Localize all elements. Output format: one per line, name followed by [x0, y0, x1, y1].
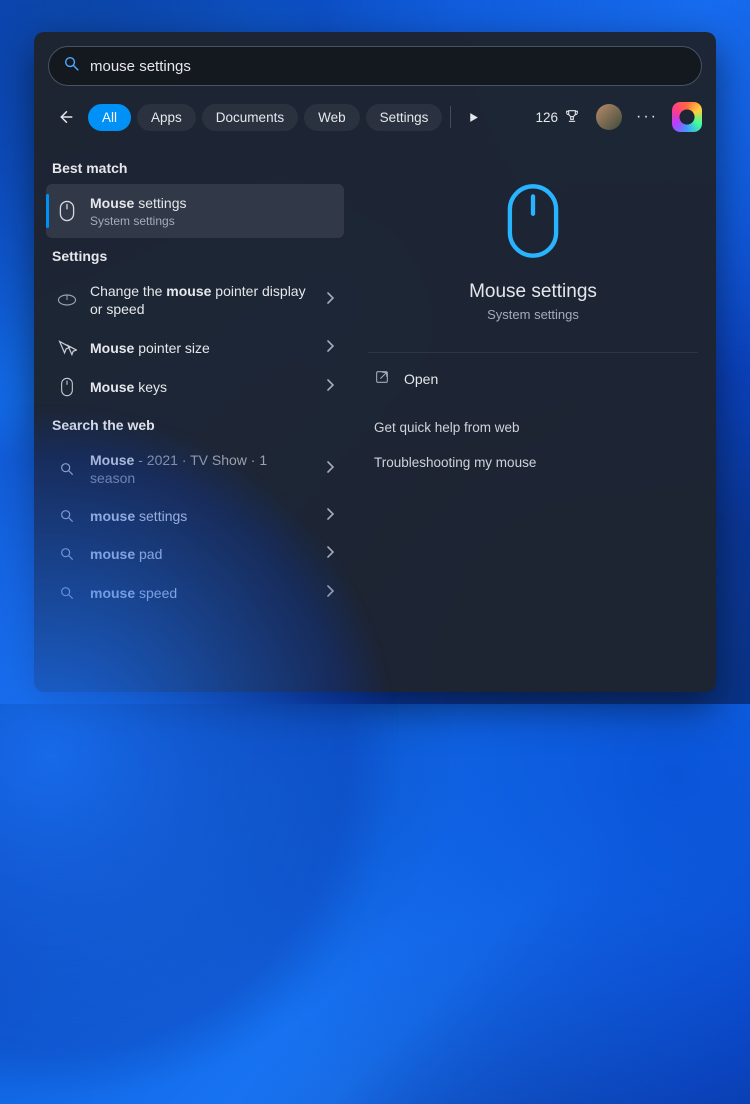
tab-apps[interactable]: Apps [137, 104, 196, 131]
chevron-right-icon [326, 545, 334, 563]
preview-title: Mouse settings [469, 281, 597, 303]
chevron-right-icon [326, 507, 334, 525]
mouse-large-icon [504, 182, 562, 265]
tab-documents[interactable]: Documents [202, 104, 298, 131]
section-settings: Settings [52, 248, 338, 264]
trophy-icon [564, 108, 580, 127]
search-icon [56, 508, 78, 524]
search-bar[interactable] [48, 46, 702, 86]
play-button[interactable] [459, 111, 487, 124]
result-web-item[interactable]: mouse speed [46, 574, 344, 612]
back-button[interactable] [48, 100, 82, 134]
filter-row: All Apps Documents Web Settings 126 ··· [34, 96, 716, 146]
section-best-match: Best match [52, 160, 338, 176]
result-best-match[interactable]: Mouse settings System settings [46, 184, 344, 238]
result-web-item[interactable]: Mouse - 2021 · TV Show · 1 season [46, 441, 344, 497]
search-icon [56, 585, 78, 601]
search-icon [56, 461, 78, 477]
search-input[interactable] [90, 58, 687, 75]
result-web-item[interactable]: mouse settings [46, 497, 344, 535]
preview-subtitle: System settings [487, 307, 579, 322]
points-value: 126 [535, 110, 558, 125]
chevron-right-icon [326, 378, 334, 396]
windows-search-panel: All Apps Documents Web Settings 126 ··· … [34, 32, 716, 692]
mouse-flat-icon [56, 293, 78, 307]
search-icon [56, 546, 78, 562]
chevron-right-icon [326, 339, 334, 357]
divider [368, 352, 698, 353]
copilot-icon[interactable] [672, 102, 702, 132]
result-title-bold: Mouse [90, 195, 134, 211]
filter-tabs: All Apps Documents Web Settings [88, 104, 442, 131]
results-list: Best match Mouse settings System setting… [34, 146, 350, 692]
help-link[interactable]: Troubleshooting my mouse [368, 445, 698, 480]
result-subtitle: System settings [90, 214, 334, 228]
more-button[interactable]: ··· [636, 108, 658, 126]
result-title-rest: settings [134, 195, 186, 211]
open-icon [374, 369, 392, 388]
tab-all[interactable]: All [88, 104, 131, 131]
quick-help-label: Get quick help from web [368, 410, 698, 445]
chevron-right-icon [326, 584, 334, 602]
chevron-right-icon [326, 460, 334, 478]
result-settings-item[interactable]: Change the mouse pointer display or spee… [46, 272, 344, 328]
rewards-points[interactable]: 126 [535, 108, 580, 127]
chevron-right-icon [326, 291, 334, 309]
user-avatar[interactable] [596, 104, 622, 130]
preview-pane: Mouse settings System settings Open Get … [350, 146, 716, 692]
open-label: Open [404, 371, 438, 387]
result-web-item[interactable]: mouse pad [46, 535, 344, 573]
tab-settings[interactable]: Settings [366, 104, 443, 131]
mouse-icon [56, 200, 78, 222]
divider [450, 106, 451, 128]
section-web: Search the web [52, 417, 338, 433]
open-action[interactable]: Open [368, 357, 698, 400]
result-settings-item[interactable]: Mouse pointer size [46, 329, 344, 367]
pointer-size-icon [56, 339, 78, 357]
result-settings-item[interactable]: Mouse keys [46, 367, 344, 407]
mouse-outline-icon [56, 377, 78, 397]
tab-web[interactable]: Web [304, 104, 360, 131]
search-icon [63, 55, 80, 77]
